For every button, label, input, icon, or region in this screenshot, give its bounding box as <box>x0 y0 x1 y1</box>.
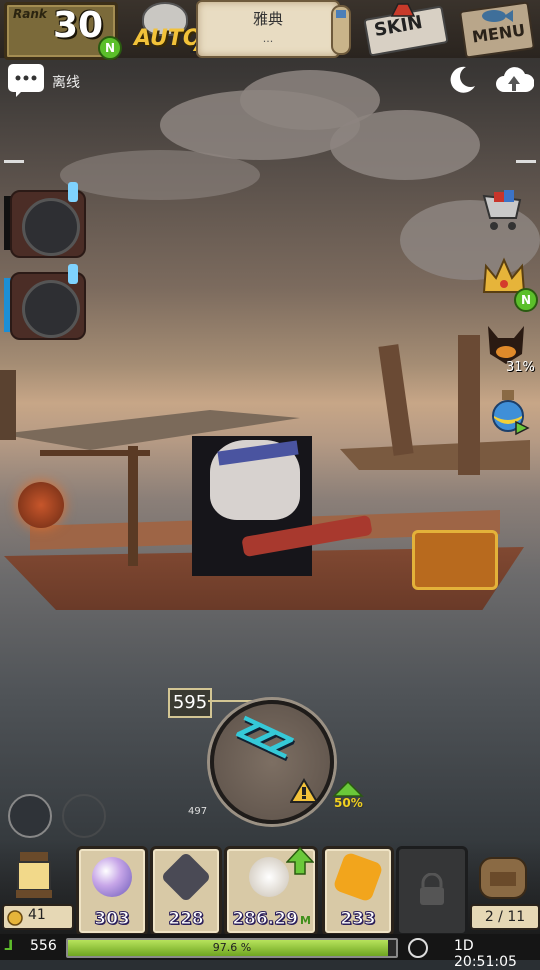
slot-value: 233 <box>340 909 377 930</box>
sleep-dial[interactable] <box>210 700 334 824</box>
bag-capacity: 2 / 11 <box>470 904 540 930</box>
clock-icon <box>408 938 428 958</box>
ruin-pillar <box>0 370 16 440</box>
warning-icon <box>290 778 318 803</box>
backpack-icon[interactable] <box>472 848 534 902</box>
location-subtitle: ... <box>262 32 274 45</box>
rank-label: Rank <box>13 7 47 21</box>
hooded-crew-icon <box>22 198 80 256</box>
shell-icon <box>249 857 289 897</box>
scroll-roll-icon <box>331 5 351 55</box>
pearl-orb-icon <box>92 857 132 897</box>
compass-icon[interactable] <box>8 794 52 838</box>
target-icon[interactable] <box>62 794 106 838</box>
treasure-chest[interactable] <box>412 530 498 590</box>
shop-cart-icon[interactable] <box>480 186 528 234</box>
lantern-icon[interactable] <box>6 848 62 902</box>
potion-icon[interactable] <box>484 388 532 436</box>
level-icon: ⅃ <box>4 938 13 954</box>
exp-bar: 97.6 % <box>66 938 398 958</box>
cloud <box>60 150 260 200</box>
inventory-slot-pearl[interactable]: 303 <box>76 846 148 936</box>
slot-value: 228 <box>168 909 205 930</box>
hooded-crew-icon <box>22 280 80 338</box>
boost-percent: 50% <box>334 796 363 810</box>
lock-icon <box>420 873 444 905</box>
depth-min-value: 497 <box>188 806 208 817</box>
lantern-counter: 41 <box>2 904 74 930</box>
offline-status: 离线 <box>52 75 80 91</box>
moon-icon[interactable] <box>446 64 478 96</box>
player-level: 556 <box>30 938 57 954</box>
inventory-slot-gold[interactable]: 233 <box>322 846 394 936</box>
slot-value: 286.29 <box>232 909 299 930</box>
glowing-skull-icon[interactable] <box>18 482 64 528</box>
slot-suffix: M <box>300 914 311 927</box>
right-edge-marker <box>516 160 536 163</box>
cloud-upload-icon[interactable] <box>494 64 534 96</box>
shirt-icon <box>390 3 416 17</box>
alert-icon <box>68 264 78 284</box>
exp-percent: 97.6 % <box>212 941 252 954</box>
chat-icon[interactable] <box>8 64 44 97</box>
inventory-slot-gem[interactable]: 228 <box>150 846 222 936</box>
location-title: 雅典 <box>252 10 283 28</box>
coin-pouch-icon <box>7 910 23 926</box>
lantern-count: 41 <box>28 907 46 923</box>
boat-mast <box>128 446 138 566</box>
rank-new-badge: N <box>98 36 122 60</box>
gold-ore-icon <box>332 851 384 903</box>
upgrade-arrow-icon <box>286 846 314 875</box>
menu-button[interactable]: MENU <box>459 1 535 59</box>
pet-percent: 31% <box>506 360 535 375</box>
dark-gem-icon <box>160 851 212 903</box>
crown-new-badge: N <box>514 288 538 312</box>
rank-value: 30 <box>53 5 104 46</box>
left-edge-marker <box>4 160 24 163</box>
location-scroll[interactable]: 雅典 ... <box>196 0 340 58</box>
cloud <box>330 110 480 180</box>
ruin-pillar <box>458 335 480 475</box>
skin-button[interactable]: SKIN <box>362 2 449 57</box>
play-time: 1D 20:51:05 <box>454 938 517 970</box>
alert-icon <box>68 182 78 202</box>
slot-value: 303 <box>94 909 131 930</box>
depth-max-value: 595 <box>168 688 212 718</box>
inventory-slot-locked[interactable] <box>396 846 468 936</box>
